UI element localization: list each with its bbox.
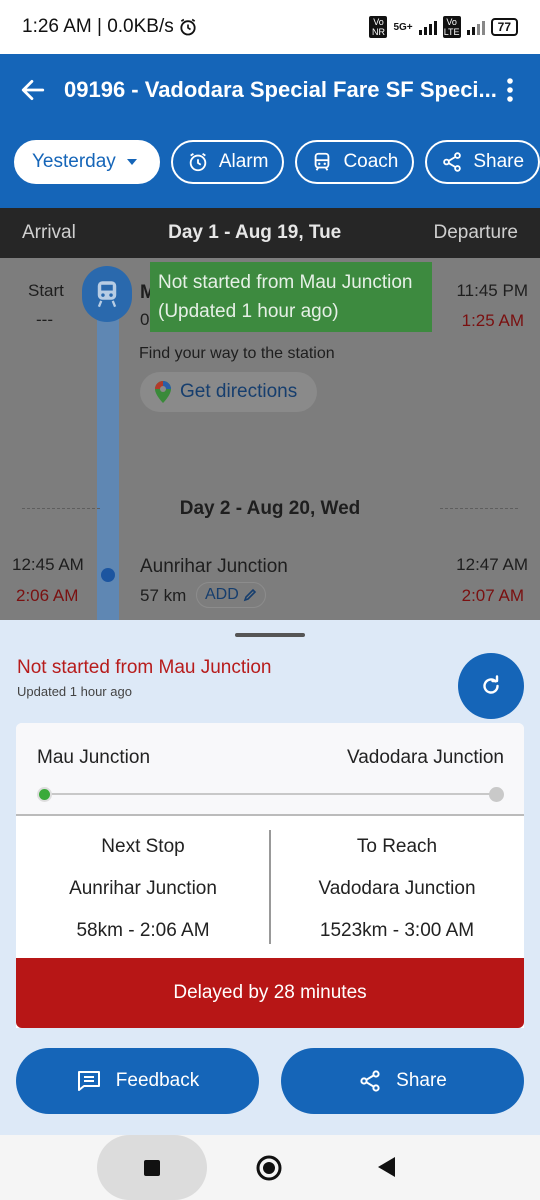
signal-strength-icon-2 [466,19,485,35]
stop1-actual-departure: 1:25 AM [461,311,524,330]
share-icon-bottom [360,1070,380,1092]
running-status-text: Not started from Mau Junction [17,657,272,678]
add-label: ADD [205,586,239,603]
departure-column-label: Departure [433,222,519,243]
progress-start-dot [37,787,52,802]
get-directions-label: Get directions [180,381,298,402]
app-bar: 09196 - Vadodara Special Fare SF Speci..… [0,54,540,208]
column-divider [269,830,271,944]
next-stop-name: Aunrihar Junction [69,878,217,899]
day-selector-label: Yesterday [32,151,116,172]
refresh-button[interactable] [458,653,524,719]
recents-button[interactable] [97,1135,207,1200]
coach-button[interactable]: Coach [295,140,415,184]
sheet-drag-handle[interactable] [235,633,305,637]
stop2-actual-departure: 2:07 AM [461,586,524,605]
day-divider-right [440,508,518,509]
train-title: 09196 - Vadodara Special Fare SF Speci..… [64,77,497,102]
coach-label: Coach [343,151,399,172]
train-icon [97,281,117,308]
live-status-bottom-sheet: Not started from Mau Junction Updated 1 … [0,620,540,1135]
status-toast: Not started from Mau Junction (Updated 1… [150,262,432,332]
alarm-label: Alarm [218,151,269,172]
find-way-text: Find your way to the station [139,345,335,362]
stop2-scheduled-arrival: 12:45 AM [12,555,84,574]
feedback-button[interactable]: Feedback [16,1048,259,1114]
square-icon [144,1159,160,1176]
alarm-icon [189,152,207,172]
stop2-actual-arrival: 2:06 AM [16,586,79,605]
network-vonr-label: Vo NR [369,16,388,38]
day-selector-dropdown[interactable]: Yesterday [14,140,160,184]
stop1-scheduled-departure: 11:45 PM [456,281,528,300]
stop2-scheduled-departure: 12:47 AM [456,555,528,574]
day2-title: Day 2 - Aug 20, Wed [179,498,361,519]
train-coach-icon [315,152,330,171]
add-platform-button[interactable]: ADD [196,582,266,608]
share-status-button[interactable]: Share [281,1048,524,1114]
start-label: Start [28,281,64,300]
network-volte-label: Vo LTE [442,16,461,38]
to-reach-column: To Reach Vadodara Junction 1523km - 3:00… [270,816,524,958]
alarm-clock-icon [180,18,196,36]
progress-track [44,793,502,795]
system-nav-bar [0,1135,540,1200]
updated-time-text: Updated 1 hour ago [17,684,132,699]
next-stop-column: Next Stop Aunrihar Junction 58km - 2:06 … [16,816,270,958]
pencil-icon [243,588,256,602]
signal-strength-icon [418,19,437,35]
caret-down-icon [126,159,137,165]
to-reach-name: Vadodara Junction [318,878,476,899]
to-reach-info: 1523km - 3:00 AM [319,920,475,941]
to-reach-label: To Reach [356,836,438,857]
map-pin-icon [155,381,171,403]
back-triangle-icon[interactable] [375,1155,397,1179]
route-timeline: Start --- M 0 11:45 PM 1:25 AM Not start… [0,258,540,620]
day-title: Day 1 - Aug 19, Tue [168,222,342,243]
get-directions-button[interactable]: Get directions [140,372,318,412]
timeline-station-dot [101,568,115,582]
toast-line2: (Updated 1 hour ago) [158,301,339,322]
current-position-badge [82,266,132,322]
home-circle-icon[interactable] [255,1154,283,1182]
share-status-label: Share [396,1070,447,1091]
status-bar: 1:26 AM | 0.0KB/s Vo NR 5G+ Vo LTE 77 [0,0,540,54]
progress-end-dot [489,787,504,802]
share-chip-button[interactable]: Share [425,140,540,184]
share-chip-label: Share [473,151,525,172]
network-5g-label: 5G+ [393,21,413,33]
start-dash: --- [36,310,53,329]
share-icon [443,152,462,172]
stop2-name: Aunrihar Junction [140,556,288,577]
delay-banner: Delayed by 28 minutes [16,958,524,1028]
feedback-label: Feedback [115,1070,200,1091]
battery-indicator: 77 [490,18,518,36]
arrival-column-label: Arrival [22,222,76,243]
next-stop-label: Next Stop [101,836,185,857]
back-arrow-icon[interactable] [20,77,46,103]
toast-line1: Not started from Mau Junction [158,272,413,293]
refresh-icon [483,675,499,694]
destination-station: Vadodara Junction [346,747,504,768]
more-options-icon[interactable] [500,76,520,104]
origin-station: Mau Junction [37,747,151,768]
stop2-distance: 57 km [140,586,187,605]
stop1-distance: 0 [140,310,150,329]
day-header-strip: Arrival Day 1 - Aug 19, Tue Departure [0,208,540,258]
next-stop-info: 58km - 2:06 AM [76,920,210,941]
status-time: 1:26 AM | 0.0KB/s [22,16,174,37]
alarm-button[interactable]: Alarm [170,140,285,184]
route-progress: Mau Junction Vadodara Junction [16,723,524,816]
feedback-icon [77,1071,100,1091]
